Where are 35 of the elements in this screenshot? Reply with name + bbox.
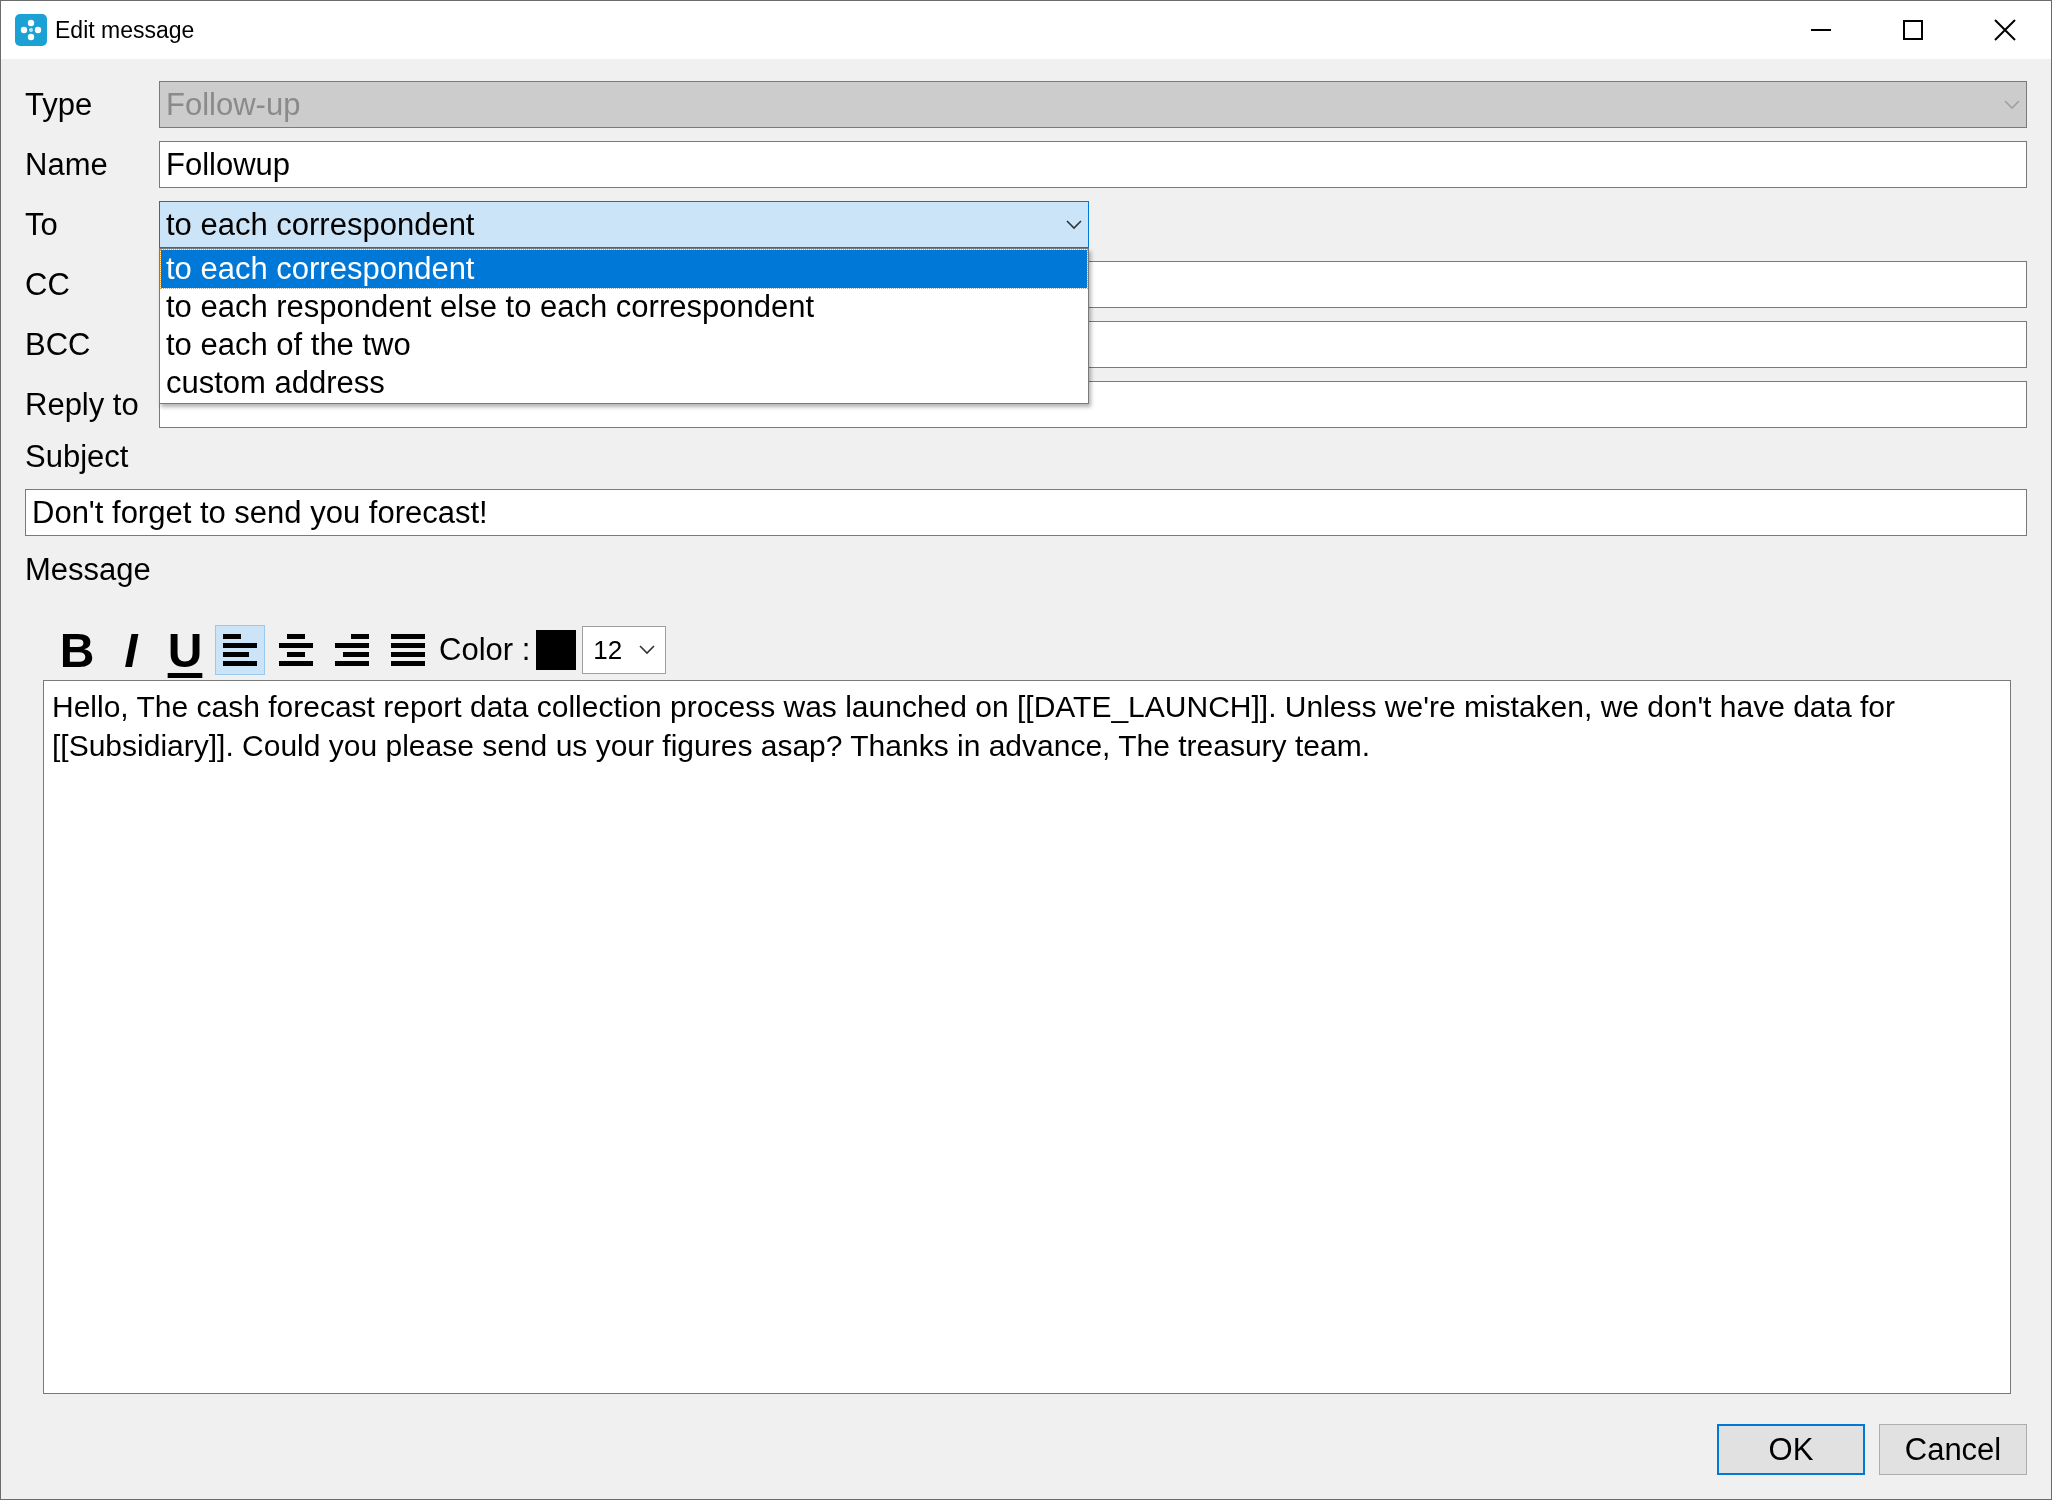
app-logo-icon	[15, 14, 47, 46]
close-icon	[1994, 19, 2016, 41]
field-label: Subject	[25, 439, 130, 475]
field-label: Message	[25, 552, 152, 588]
field-label: Reply to	[25, 386, 140, 423]
caret-icon	[1066, 219, 1082, 230]
subject-field[interactable]: Don't forget to send you forecast!	[25, 489, 2027, 536]
field-label: Type	[25, 86, 94, 123]
caret-icon	[2004, 99, 2020, 110]
minimize-icon	[1811, 29, 1831, 31]
text-field[interactable]: Followup	[159, 141, 2027, 188]
font-size-dropdown[interactable]: 12	[582, 626, 667, 674]
ok-button[interactable]: OK	[1717, 1424, 1865, 1475]
field-label: BCC	[25, 326, 92, 363]
window-title: Edit message	[55, 16, 196, 44]
italic-button[interactable]: I	[107, 625, 155, 675]
color-label: Color :	[439, 632, 531, 668]
field-label: Name	[25, 146, 109, 183]
field-label: CC	[25, 266, 71, 303]
cancel-button[interactable]: Cancel	[1879, 1424, 2027, 1475]
align-right-icon	[335, 633, 369, 667]
align-center-icon	[279, 633, 313, 667]
dropdown[interactable]: to each correspondent	[159, 201, 1089, 248]
message-editor[interactable]: Hello, The cash forecast report data collection process was launched on [[DATE_LAUNCH]]. Unless we're mistaken, we don't have data for [[Subsidiary]]. Could you please send us your figures asap? Thanks in advance, The treasury team.	[43, 680, 2011, 1394]
align-left-icon	[223, 633, 257, 667]
underline-button[interactable]: U	[161, 625, 209, 675]
dropdown-option[interactable]: to each correspondent	[161, 250, 1087, 288]
color-swatch[interactable]	[536, 630, 577, 670]
align-justify-icon	[391, 633, 425, 667]
maximize-icon	[1903, 20, 1923, 40]
dropdown-option[interactable]: to each respondent else to each correspondent	[161, 288, 1087, 326]
field-label: To	[25, 206, 59, 243]
bold-button[interactable]: B	[53, 625, 101, 675]
caret-icon	[639, 645, 656, 655]
align-left-button[interactable]	[215, 625, 265, 675]
